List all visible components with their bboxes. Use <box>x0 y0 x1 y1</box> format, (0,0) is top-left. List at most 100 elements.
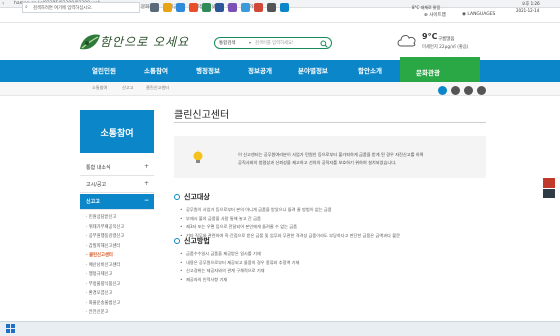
bullet-dot-icon: • <box>180 268 183 273</box>
sidebar-subitem[interactable]: · 갑질피해신고센터 <box>86 243 120 249</box>
section-bullet: 내용은 공무원으로부터 제공되고 물품의 경우 종류와 추정액 기재 <box>186 259 300 265</box>
sidebar-subitem[interactable]: · 클린신고센터 <box>86 252 113 258</box>
plus-icon[interactable]: + <box>144 180 149 187</box>
sidebar-subitem[interactable]: · 행정규제신고 <box>86 271 112 277</box>
sidebar-subitem[interactable]: · 안전신문고 <box>86 309 109 315</box>
section-title: 신고대상 <box>184 193 210 201</box>
cloud-icon <box>397 35 416 47</box>
word-icon[interactable] <box>215 3 224 12</box>
page-title: 클린신고센터 <box>174 110 230 121</box>
section-bullet: 제공자의 인적사항 기재 <box>186 276 228 282</box>
bullet-dot-icon: • <box>180 224 183 229</box>
nav-item[interactable]: 소통참여 <box>144 60 168 82</box>
intro-text: 이 신고센터는 공무원여러분이 사업가 민원인 등으로부터 불가피하게 금품을 … <box>238 152 424 157</box>
section-bullet: 공무원이 사업가 등으로부터 본의 아니게 금품을 받았으나 돌려 줄 방법이 … <box>186 207 332 212</box>
nav-culture-label: 문화관광 <box>416 69 440 77</box>
sidebar-item-label: 통합 내소식 <box>86 165 111 171</box>
breadcrumb-item[interactable]: 클린신고센터 <box>146 85 169 91</box>
app-icon[interactable] <box>280 3 289 12</box>
section-bullet: 금품수수일시 금품을 제공받은 일시를 기재 <box>186 251 261 256</box>
section-title: 신고방법 <box>184 237 210 245</box>
excel-icon[interactable] <box>202 3 211 12</box>
print-icon[interactable] <box>464 86 473 95</box>
bullet-dot-icon: • <box>180 276 183 282</box>
floating-badge[interactable] <box>543 178 555 188</box>
windows-taskbar <box>0 321 560 336</box>
taskbar-date[interactable]: 2021-12-14 <box>516 8 539 13</box>
section-marker-icon <box>174 194 180 200</box>
breadcrumb-item[interactable]: 소통참여 <box>92 85 107 91</box>
nav-item-culture-tourism[interactable] <box>400 57 480 85</box>
nav-item[interactable]: 정보공개 <box>248 60 272 82</box>
section-marker-icon <box>174 238 180 244</box>
weather-description: 구름많음 <box>438 37 455 42</box>
app-icon[interactable] <box>254 3 263 12</box>
taskbar-search-input[interactable]: 검색하려면 여기에 입력하십시오. <box>33 5 92 11</box>
sidebar-item[interactable]: 고시/공고 + <box>80 177 154 193</box>
sidebar-subitem[interactable]: · 위태가부패공직신고 <box>86 224 124 230</box>
app-icon[interactable] <box>228 3 237 12</box>
sidebar-subitem[interactable]: · 환경오염신고 <box>86 290 112 296</box>
app-icon[interactable] <box>267 3 276 12</box>
search-input[interactable]: 검색어를 입력하세요! <box>255 40 294 46</box>
app-icon[interactable] <box>241 3 250 12</box>
sidebar-subitem[interactable]: · 화물운송불법신고 <box>86 300 120 306</box>
sitemap-label: 사이트맵 <box>429 13 446 18</box>
search-icon[interactable] <box>320 39 328 48</box>
nav-item[interactable]: 함안소개 <box>358 60 382 82</box>
section-bullet: 부재시 불의 금품을 사람 통해 놓고 간 금품 <box>186 215 261 221</box>
more-share-icon[interactable] <box>477 86 486 95</box>
search-box[interactable]: 통합검색 ▾ 검색어를 입력하세요! <box>214 37 332 49</box>
fine-dust-info: 미세먼지 22μg/㎥ (좋음) <box>422 45 469 50</box>
bullet-dot-icon: • <box>180 207 183 212</box>
sitemap-link[interactable]: ⊕ 사이트맵 <box>424 12 446 18</box>
windows-start-icon[interactable] <box>6 324 15 333</box>
back-arrow-icon[interactable]: ‹ <box>2 0 4 7</box>
scroll-top-button[interactable] <box>543 189 555 198</box>
search-category[interactable]: 통합검색 <box>219 40 236 46</box>
sitemap-icon: ⊕ <box>424 13 428 18</box>
task-view-icon[interactable] <box>150 3 159 12</box>
file-explorer-icon[interactable] <box>163 3 172 12</box>
weather-temperature: 9°C <box>422 32 438 41</box>
taskbar-time[interactable]: 오후 1:26 <box>522 1 540 7</box>
section-bullet: 신고경위는 제공자와의 관계 구체적으로 기재 <box>186 268 265 273</box>
logo-text: 함안으로 오세요 <box>100 35 190 49</box>
minus-icon[interactable]: − <box>144 197 149 204</box>
sidebar-subitem[interactable]: · 공무원행동강령신고 <box>86 233 124 239</box>
sidebar-item[interactable]: 신고고 − <box>80 194 154 210</box>
sidebar-item[interactable]: 통합 내소식 + <box>80 160 154 176</box>
chrome-browser-icon[interactable] <box>189 3 198 12</box>
bullet-dot-icon: • <box>180 259 183 265</box>
plus-icon[interactable]: + <box>144 163 149 170</box>
section-bullet: 제3자 또는 우편 등으로 전달되어 본인에게 돌려줄 수 없는 금품 <box>186 224 297 229</box>
leaf-logo-icon <box>80 34 100 50</box>
share-facebook-icon[interactable] <box>438 86 447 95</box>
intro-text: 공직사회의 청렴성과 신뢰성을 제고하고 선의의 공직자를 보호하기 위하여 설… <box>238 160 397 165</box>
bullet-dot-icon: • <box>180 232 183 238</box>
breadcrumb <box>0 82 560 96</box>
section-bullet: 기타 직무와 관련하여 직·간접으로 받은 금품 및 업무와 무관한 격려성 금… <box>186 232 400 238</box>
title-divider <box>174 122 486 123</box>
edge-browser-icon[interactable] <box>176 3 185 12</box>
bullet-dot-icon: • <box>180 251 183 256</box>
sidebar-subitem[interactable]: · 민원상담받신고 <box>86 214 116 220</box>
sidebar-subitem[interactable]: · 부정불량식품신고 <box>86 281 120 287</box>
breadcrumb-item[interactable]: 신고고 <box>122 85 134 91</box>
bullet-dot-icon: • <box>180 215 183 221</box>
nav-item[interactable]: 열린민원 <box>92 60 116 82</box>
nav-item[interactable]: 행정정보 <box>196 60 220 82</box>
language-link[interactable]: ◉ LANGUAGES <box>462 12 495 17</box>
chevron-down-icon: ▾ <box>249 40 252 45</box>
taskbar-weather[interactable]: 8°C 대체로 맑음 <box>412 5 440 11</box>
lightbulb-icon <box>193 150 203 163</box>
nav-item[interactable]: 분야별정보 <box>298 60 328 82</box>
sidebar-heading: 소통참여 <box>100 129 134 139</box>
sidebar-item-label: 고시/공고 <box>86 182 107 188</box>
language-label: LANGUAGES <box>467 12 496 17</box>
search-icon: ⌕ <box>25 4 28 10</box>
globe-icon: ◉ <box>462 12 466 17</box>
sidebar-subitem[interactable]: · 예산낭비신고센터 <box>86 262 120 268</box>
taskbar-search[interactable]: ⌕ 검색하려면 여기에 입력하십시오. <box>22 2 140 13</box>
share-link-icon[interactable] <box>451 86 460 95</box>
